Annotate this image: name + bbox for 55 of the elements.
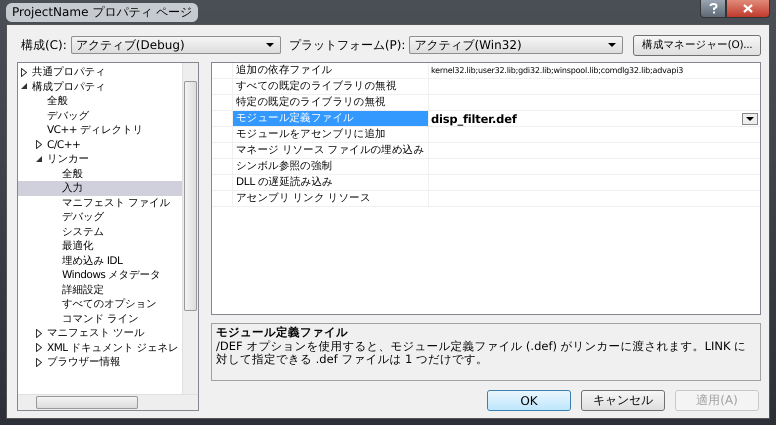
- configuration-label: 構成(C):: [21, 36, 67, 54]
- dialog-button[interactable]: OK: [487, 390, 571, 411]
- tree-item[interactable]: ブラウザー情報: [18, 355, 182, 370]
- property-value: disp_filter.def: [431, 112, 517, 126]
- window-title: ProjectName プロパティ ページ: [6, 3, 198, 22]
- caret-icon: [266, 43, 274, 47]
- close-button[interactable]: [726, 0, 770, 18]
- tree-item[interactable]: Windows メタデータ: [18, 268, 182, 282]
- help-icon: [708, 3, 718, 14]
- tree-item[interactable]: 全般: [18, 94, 182, 108]
- tree-item[interactable]: 全般: [18, 166, 182, 181]
- property-name[interactable]: 追加の依存ファイル: [233, 63, 429, 78]
- help-button[interactable]: [700, 0, 726, 18]
- vertical-scrollbar[interactable]: [182, 63, 198, 394]
- property-name[interactable]: マネージ リソース ファイルの埋め込み: [233, 143, 429, 158]
- caret-icon: [746, 116, 754, 120]
- tree-item[interactable]: VC++ ディレクトリ: [18, 123, 182, 138]
- property-name[interactable]: アセンブリ リンク リソース: [233, 191, 429, 206]
- description-text: /DEF オプションを使用すると、モジュール定義ファイル (.def) がリンカーに渡されます。LINK に対して指定できる .def ファイルは 1 つだけです。: [216, 340, 748, 366]
- platform-label: プラットフォーム(P):: [288, 36, 406, 54]
- tree-item[interactable]: 入力: [18, 181, 182, 196]
- tree-item[interactable]: 構成プロパティ: [18, 80, 182, 94]
- tree-item[interactable]: リンカー: [18, 152, 182, 166]
- property-value: kernel32.lib;user32.lib;gdi32.lib;winspool.lib;comdlg32.lib;advapi3: [431, 66, 684, 75]
- tree-item[interactable]: C/C++: [18, 138, 182, 152]
- tree-item[interactable]: すべてのオプション: [18, 297, 182, 312]
- collapsed-arrow-icon[interactable]: [36, 140, 42, 150]
- property-name[interactable]: すべての既定のライブラリの無視: [233, 79, 429, 94]
- tree-item[interactable]: デバッグ: [18, 108, 182, 123]
- horizontal-scrollbar[interactable]: [18, 394, 198, 410]
- tree-item[interactable]: 共通プロパティ: [18, 65, 182, 80]
- platform-dropdown[interactable]: アクティブ(Win32): [409, 36, 624, 54]
- configuration-manager-button[interactable]: 構成マネージャー(O)...: [633, 34, 761, 56]
- tree-item[interactable]: マニフェスト ツール: [18, 326, 182, 340]
- tree-item[interactable]: 詳細設定: [18, 282, 182, 297]
- tree-item[interactable]: XML ドキュメント ジェネレ: [18, 340, 182, 355]
- tree-item[interactable]: マニフェスト ファイル: [18, 196, 182, 210]
- tree-item[interactable]: デバッグ: [18, 210, 182, 224]
- collapsed-arrow-icon[interactable]: [21, 68, 27, 77]
- dialog-button[interactable]: キャンセル: [581, 390, 665, 411]
- tree-item[interactable]: システム: [18, 224, 182, 239]
- tree-item[interactable]: コマンド ライン: [18, 312, 182, 326]
- close-icon: [743, 4, 753, 13]
- property-name[interactable]: DLL の遅延読み込み: [233, 175, 429, 190]
- description-title: モジュール定義ファイル: [216, 325, 349, 340]
- expanded-arrow-icon[interactable]: [21, 83, 28, 90]
- property-name[interactable]: モジュールをアセンブリに追加: [233, 127, 429, 142]
- configuration-dropdown[interactable]: アクティブ(Debug): [70, 36, 281, 54]
- caret-icon: [608, 43, 616, 47]
- dropdown-button[interactable]: [742, 112, 758, 124]
- tree-item[interactable]: 最適化: [18, 239, 182, 254]
- property-name[interactable]: シンボル参照の強制: [233, 159, 429, 174]
- expanded-arrow-icon[interactable]: [36, 156, 43, 163]
- tree-item[interactable]: 埋め込み IDL: [18, 254, 182, 268]
- property-name[interactable]: 特定の既定のライブラリの無視: [233, 95, 429, 110]
